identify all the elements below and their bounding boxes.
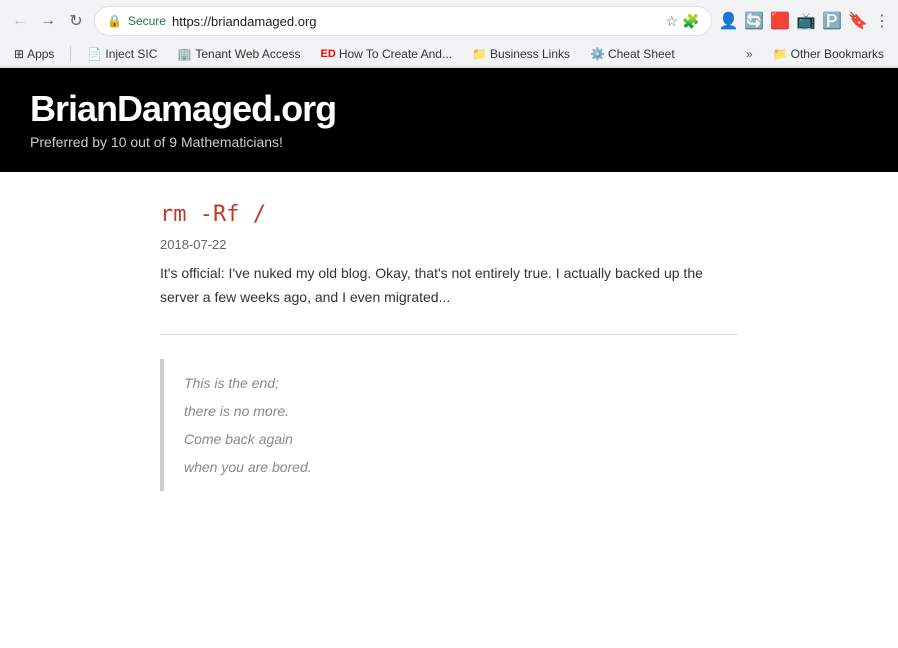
post-date: 2018-07-22 — [160, 237, 738, 252]
blockquote-line3: Come back again — [184, 431, 293, 447]
reload-button[interactable]: ↻ — [64, 9, 88, 33]
sync-icon[interactable]: 🔄 — [744, 11, 764, 31]
more-bookmarks-button[interactable]: » — [740, 45, 759, 63]
blockquote-text: This is the end; there is no more. Come … — [184, 369, 738, 481]
post-divider — [160, 334, 738, 335]
other-bookmarks-label: Other Bookmarks — [791, 47, 884, 61]
star-icon[interactable]: ☆ — [665, 13, 678, 30]
menu-icon[interactable]: ⋮ — [874, 11, 890, 31]
site-title: BrianDamaged.org — [30, 88, 868, 130]
blockquote-line4: when you are bored. — [184, 459, 312, 475]
forward-button[interactable]: → — [36, 9, 60, 33]
tenant-icon: 🏢 — [177, 47, 192, 61]
site-content: rm -Rf / 2018-07-22 It's official: I've … — [0, 172, 898, 521]
extension-icon[interactable]: 🧩 — [682, 13, 699, 30]
apps-icon: ⊞ — [14, 47, 24, 61]
extension-puzzle-icon[interactable]: 🟥 — [770, 11, 790, 31]
address-bar[interactable]: 🔒 Secure https://briandamaged.org ☆ 🧩 — [94, 6, 712, 36]
blockquote-line1: This is the end; — [184, 375, 279, 391]
inject-sic-label: Inject SIC — [105, 47, 157, 61]
secure-label: Secure — [128, 14, 166, 28]
bookmark-other[interactable]: 📁 Other Bookmarks — [767, 45, 890, 63]
tenant-label: Tenant Web Access — [195, 47, 300, 61]
bookmark-how-to-create[interactable]: ED How To Create And... — [315, 45, 458, 63]
cheat-sheet-label: Cheat Sheet — [608, 47, 675, 61]
bookmark-separator — [70, 46, 71, 62]
account-icon[interactable]: 👤 — [718, 11, 738, 31]
bookmark-inject-sic[interactable]: 📄 Inject SIC — [81, 45, 163, 63]
bookmark-tenant-web-access[interactable]: 🏢 Tenant Web Access — [171, 45, 306, 63]
blockquote-section: This is the end; there is no more. Come … — [160, 359, 738, 491]
url-display: https://briandamaged.org — [172, 14, 659, 29]
bookmarks-bar: ⊞ Apps 📄 Inject SIC 🏢 Tenant Web Access … — [0, 42, 898, 67]
blockquote-line2: there is no more. — [184, 403, 289, 419]
nav-buttons: ← → ↻ — [8, 9, 88, 33]
lock-icon: 🔒 — [107, 14, 122, 28]
address-actions: ☆ 🧩 — [665, 13, 699, 30]
post-title: rm -Rf / — [160, 202, 738, 227]
pinterest-icon[interactable]: 🅿️ — [822, 11, 842, 31]
bookmark-icon[interactable]: 🔖 — [848, 11, 868, 31]
cheat-sheet-icon: ⚙️ — [590, 47, 605, 61]
apps-label: Apps — [27, 47, 54, 61]
bookmark-cheat-sheet[interactable]: ⚙️ Cheat Sheet — [584, 45, 681, 63]
bookmark-apps[interactable]: ⊞ Apps — [8, 45, 60, 63]
site-tagline: Preferred by 10 out of 9 Mathematicians! — [30, 134, 868, 150]
how-to-label: How To Create And... — [339, 47, 452, 61]
toolbar-actions: 👤 🔄 🟥 📺 🅿️ 🔖 ⋮ — [718, 11, 890, 31]
browser-toolbar: ← → ↻ 🔒 Secure https://briandamaged.org … — [0, 0, 898, 42]
post-excerpt: It's official: I've nuked my old blog. O… — [160, 262, 738, 310]
browser-chrome: ← → ↻ 🔒 Secure https://briandamaged.org … — [0, 0, 898, 68]
business-label: Business Links — [490, 47, 570, 61]
how-to-icon: ED — [321, 48, 336, 60]
folder-icon: 📁 — [773, 47, 788, 61]
cast-icon[interactable]: 📺 — [796, 11, 816, 31]
business-icon: 📁 — [472, 47, 487, 61]
site-header: BrianDamaged.org Preferred by 10 out of … — [0, 68, 898, 172]
back-button[interactable]: ← — [8, 9, 32, 33]
bookmark-business-links[interactable]: 📁 Business Links — [466, 45, 576, 63]
inject-sic-icon: 📄 — [87, 47, 102, 61]
